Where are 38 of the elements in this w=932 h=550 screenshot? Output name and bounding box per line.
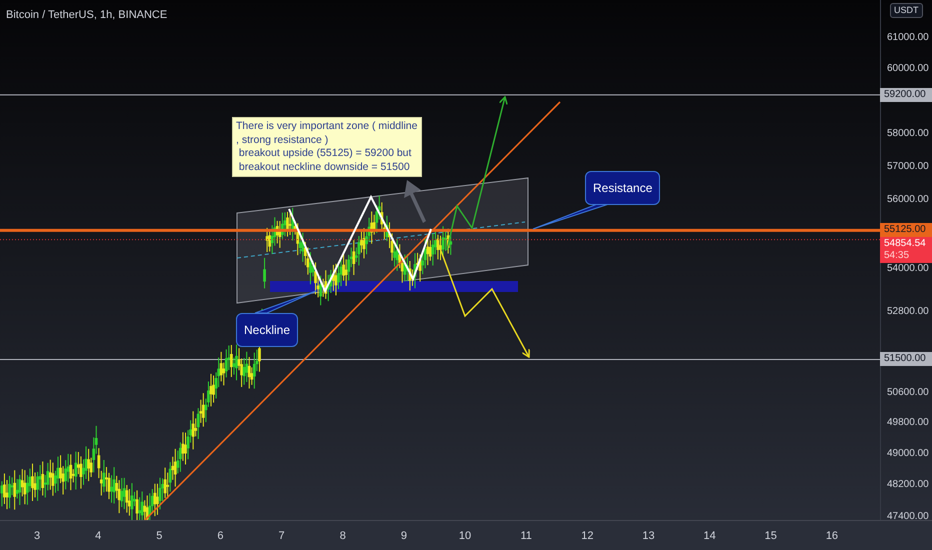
price-tag: 51500.00	[880, 352, 932, 366]
time-label: 14	[704, 529, 716, 544]
time-label: 4	[95, 529, 102, 544]
price-label: 50600.00	[887, 386, 929, 399]
pointer-arrow	[404, 180, 426, 223]
price-label: 57000.00	[887, 160, 929, 173]
time-label: 5	[156, 529, 162, 544]
price-label: 52800.00	[887, 306, 929, 318]
price-tag: 59200.00	[880, 88, 932, 102]
time-label: 10	[458, 529, 472, 544]
price-tag: 55125.00	[880, 223, 932, 238]
chart-title: Bitcoin / TetherUS, 1h, BINANCE	[6, 8, 168, 23]
time-label: 13	[642, 529, 655, 544]
note-text: There is very important zone ( middline , strong resistance ) breakout upside (55125) = 59200 but breakout neckline downside = 51500	[232, 117, 422, 177]
callout-label: Resistance	[585, 171, 660, 205]
price-label: 47400.00	[887, 511, 929, 524]
price-label: 60000.00	[887, 63, 929, 76]
price-label: 58000.00	[887, 128, 929, 140]
price-label: 56000.00	[887, 194, 929, 206]
time-label: 15	[764, 529, 777, 544]
callout-pointer	[254, 290, 316, 314]
countdown-text: 54:35	[884, 250, 910, 262]
callout-label: Neckline	[236, 313, 298, 347]
time-label: 8	[340, 529, 346, 544]
time-label: 7	[278, 529, 285, 544]
price-label: 54000.00	[887, 263, 929, 276]
price-label: 49000.00	[887, 448, 929, 460]
price-label: 49800.00	[887, 417, 929, 430]
price-label: 61000.00	[887, 32, 929, 44]
time-label: 6	[217, 529, 224, 544]
time-label: 11	[520, 529, 532, 544]
time-label: 9	[400, 529, 407, 544]
time-label: 16	[826, 529, 838, 544]
price-label: 48200.00	[887, 479, 929, 492]
time-label: 3	[34, 529, 40, 544]
time-label: 12	[581, 529, 594, 544]
price-text: 54854.54	[884, 238, 927, 250]
currency-badge[interactable]: USDT	[890, 3, 922, 18]
